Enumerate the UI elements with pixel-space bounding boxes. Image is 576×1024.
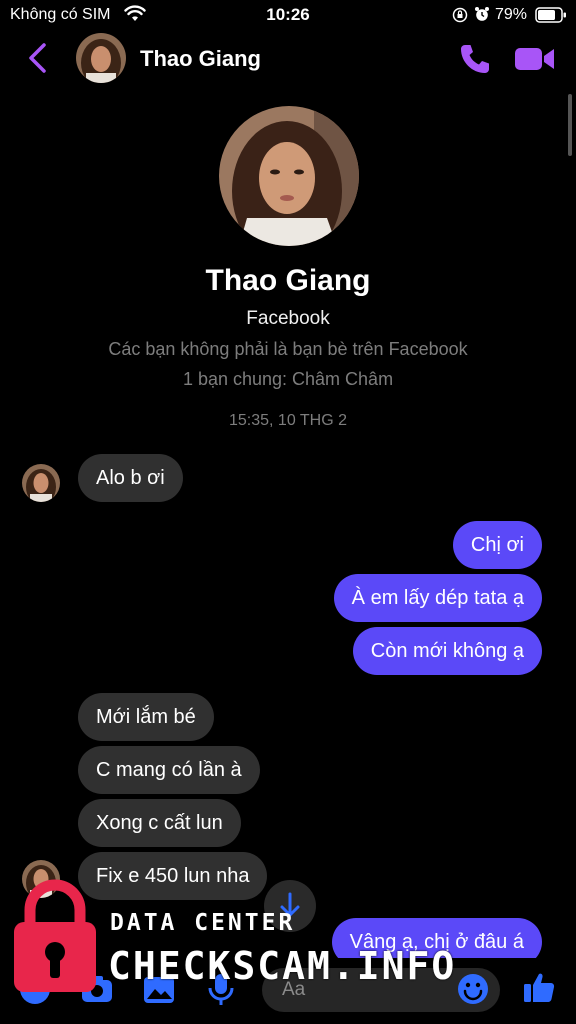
message-bubble-incoming[interactable]: Mới lắm bé [78, 693, 214, 741]
mutual-friends[interactable]: 1 bạn chung: Châm Châm [0, 369, 576, 390]
chat-header: Thao Giang [0, 30, 576, 88]
alarm-icon [475, 7, 489, 21]
watermark-brand: CHECKSCAM.INFO [108, 944, 457, 988]
battery-percent: 79% [495, 6, 528, 23]
avatar[interactable] [76, 33, 126, 83]
profile-avatar[interactable] [219, 106, 359, 246]
contact-name[interactable]: Thao Giang [140, 46, 261, 72]
message-bubble-incoming[interactable]: Xong c cất lun [78, 799, 241, 847]
status-bar: Không có SIM 10:26 79% [0, 0, 576, 30]
message-bubble-outgoing[interactable]: À em lấy dép tata ạ [333, 574, 542, 622]
profile-name: Thao Giang [205, 264, 371, 297]
scrollbar[interactable] [568, 94, 572, 156]
profile-platform: Facebook [246, 308, 330, 329]
lock-icon [14, 879, 96, 992]
message-bubble-incoming[interactable]: Alo b ơi [78, 454, 183, 502]
message-bubble-incoming[interactable]: C mang có lần à [78, 746, 260, 794]
avatar[interactable] [22, 464, 60, 502]
message-timestamp: 15:35, 10 THG 2 [229, 412, 347, 429]
chevron-left-icon[interactable] [24, 40, 52, 76]
message-bubble-outgoing[interactable]: Còn mới không ạ [352, 627, 542, 675]
message-bubble-outgoing[interactable]: Chị ơi [452, 521, 542, 569]
orientation-lock-icon [452, 7, 468, 23]
friendship-note: Các bạn không phải là bạn bè trên Facebo… [108, 339, 468, 359]
smiley-icon[interactable] [456, 972, 490, 1006]
battery-icon [535, 7, 566, 23]
video-camera-icon[interactable] [514, 44, 556, 74]
watermark-title: DATA CENTER [110, 910, 296, 936]
phone-icon[interactable] [458, 42, 492, 76]
thumbs-up-icon[interactable] [522, 970, 556, 1004]
message-bubble-incoming[interactable]: Fix e 450 lun nha [78, 852, 268, 900]
